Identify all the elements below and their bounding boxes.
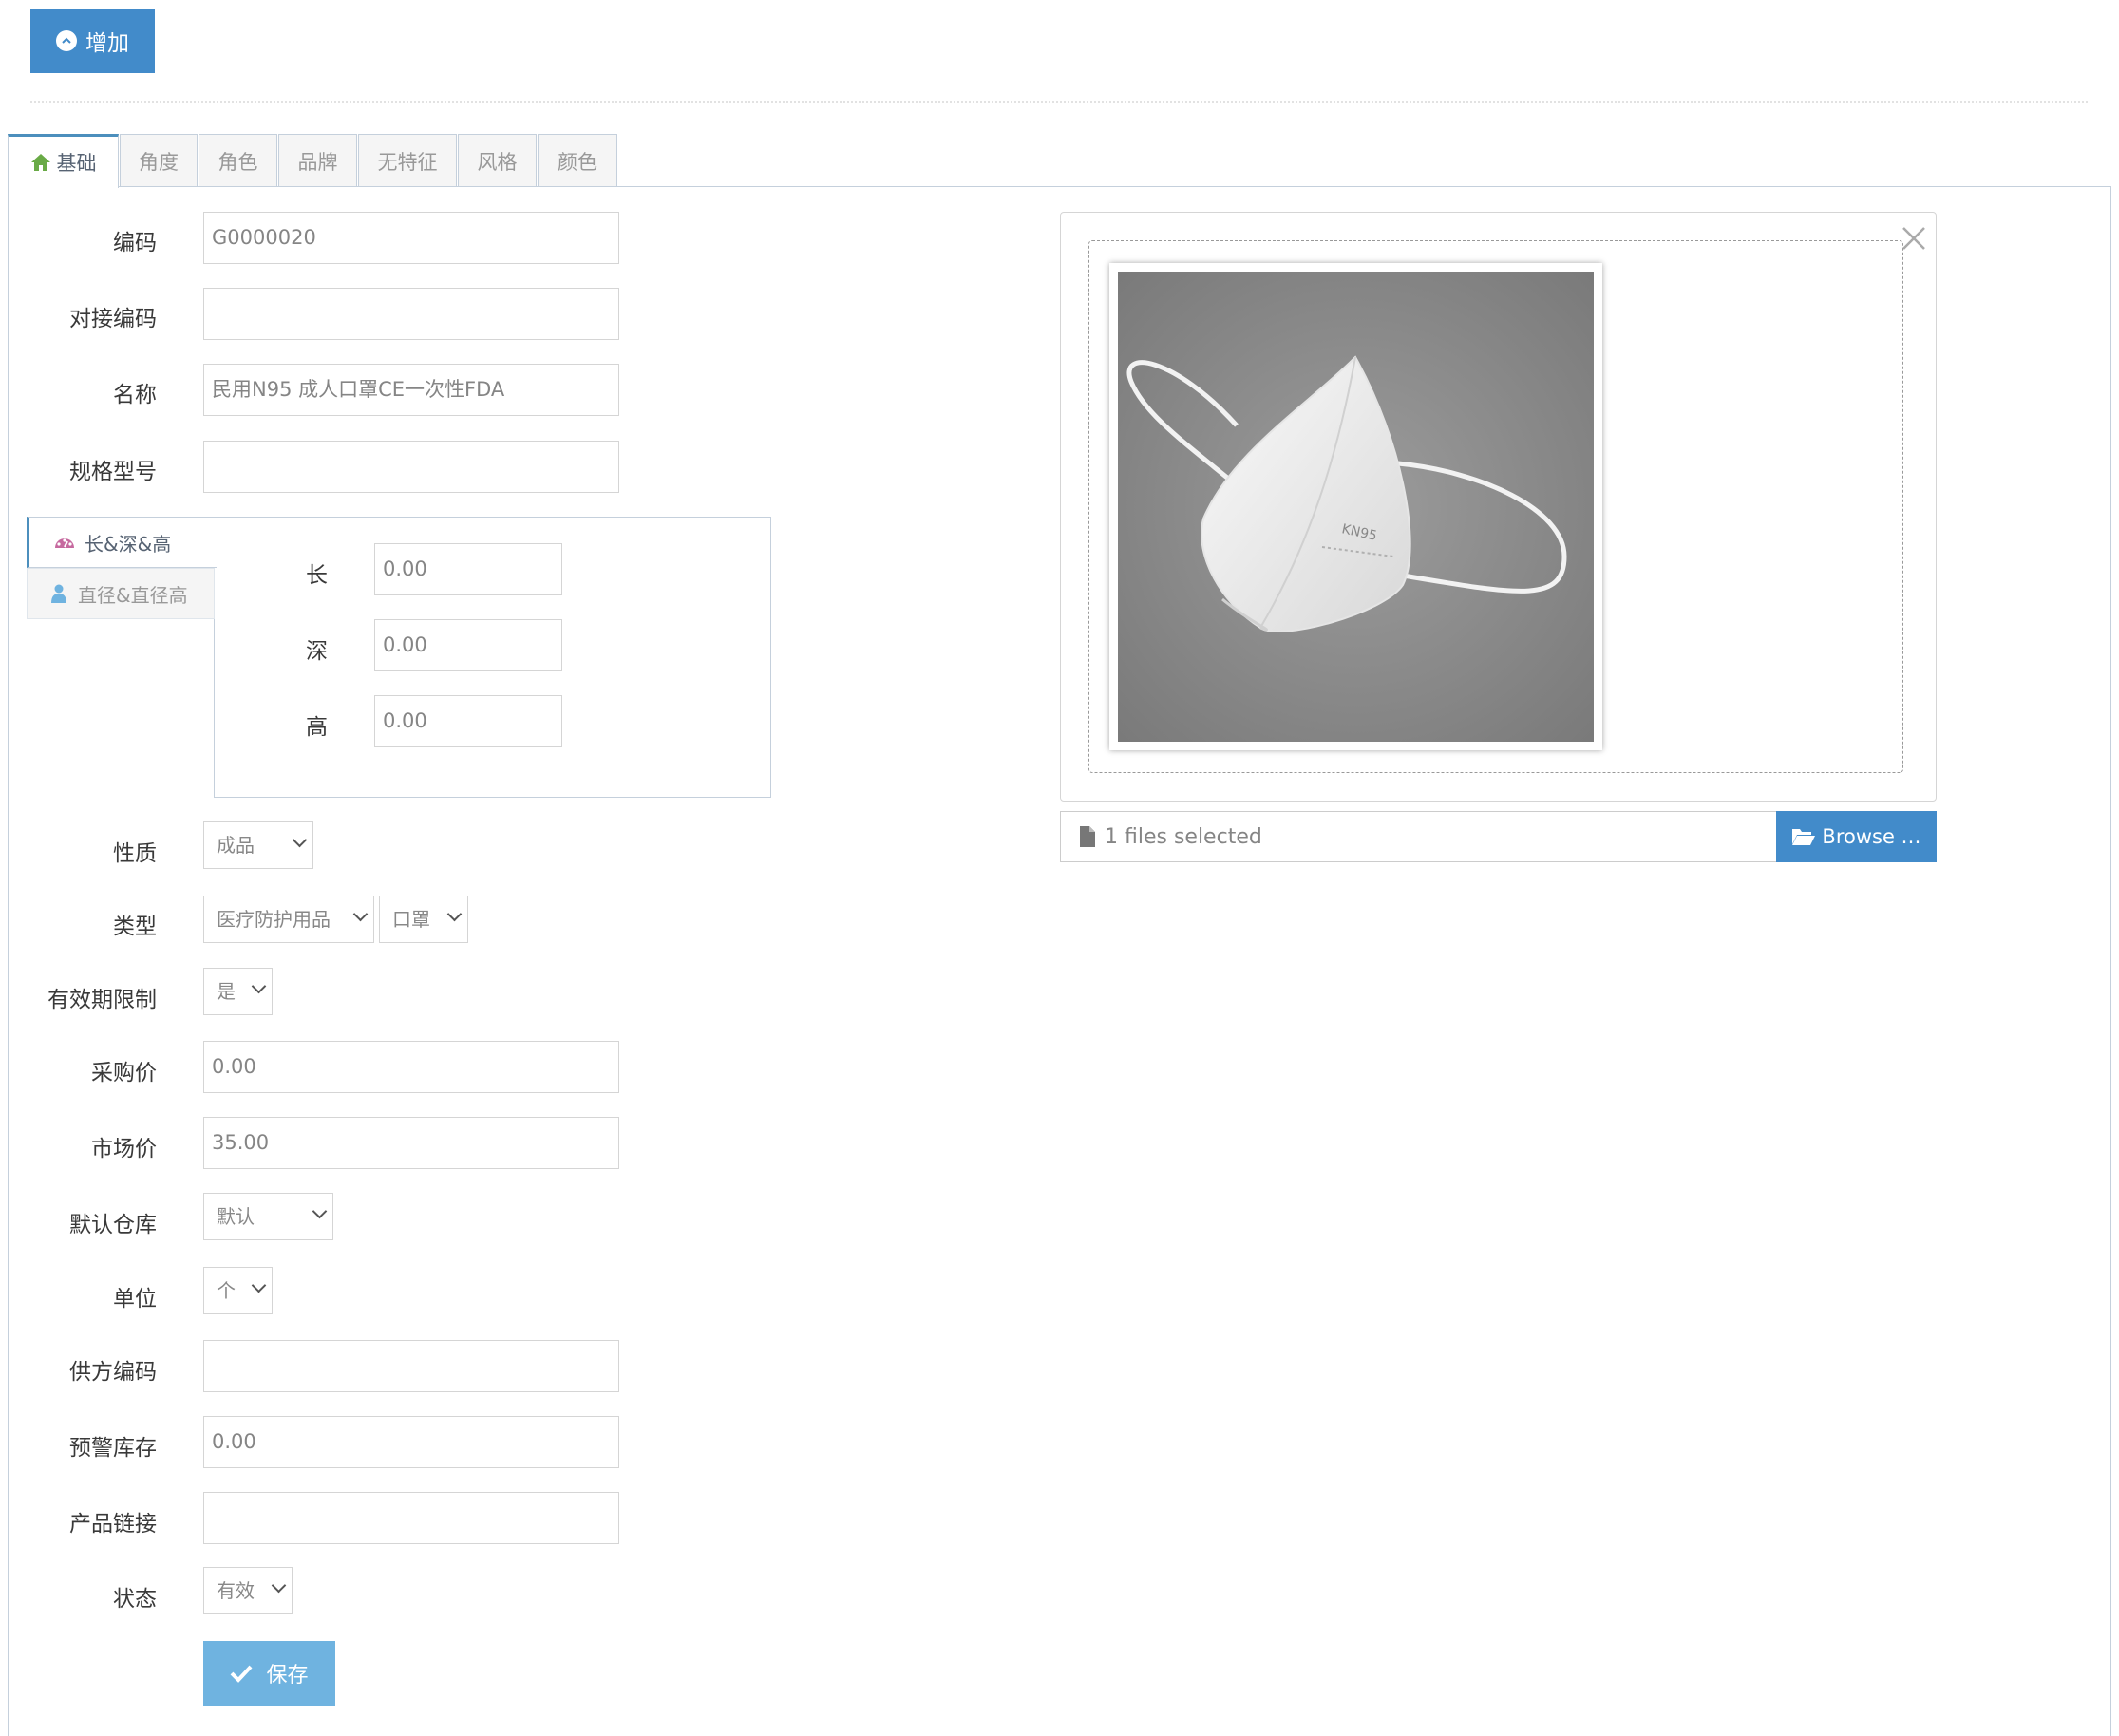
- tab-basic-label: 基础: [56, 152, 97, 175]
- depth-label: 深: [306, 639, 328, 664]
- tab-role[interactable]: 角色: [199, 134, 277, 187]
- type-subcategory-select[interactable]: 口罩: [379, 896, 468, 943]
- type-category-value: 医疗防护用品: [217, 908, 331, 931]
- expiry-select[interactable]: 是: [203, 968, 273, 1015]
- file-status-field[interactable]: 1 files selected: [1060, 811, 1777, 862]
- name-label: 名称: [113, 383, 157, 407]
- chevron-down-icon: [312, 1203, 328, 1219]
- warehouse-select[interactable]: 默认: [203, 1193, 333, 1240]
- image-thumbnail: KN95: [1109, 263, 1602, 750]
- unit-value: 个: [217, 1279, 236, 1302]
- tab-angle[interactable]: 角度: [120, 134, 198, 187]
- tab-no-feature[interactable]: 无特征: [358, 134, 457, 187]
- status-label: 状态: [113, 1587, 157, 1612]
- expiry-label: 有效期限制: [47, 988, 157, 1012]
- chevron-down-icon: [446, 906, 463, 922]
- tab-diameter-label: 直径&直径高: [78, 583, 188, 607]
- market-price-label: 市场价: [91, 1137, 157, 1161]
- close-icon[interactable]: [1900, 224, 1928, 253]
- dock-code-label: 对接编码: [69, 307, 157, 331]
- purchase-price-input[interactable]: 0.00: [203, 1041, 619, 1093]
- unit-label: 单位: [113, 1287, 157, 1311]
- market-price-input[interactable]: 35.00: [203, 1117, 619, 1169]
- save-button-label: 保存: [266, 1664, 309, 1688]
- tab-diameter[interactable]: 直径&直径高: [27, 568, 215, 619]
- browse-button[interactable]: Browse …: [1776, 811, 1937, 862]
- tab-angle-label: 角度: [139, 150, 179, 174]
- dock-code-input[interactable]: [203, 288, 619, 340]
- user-icon: [51, 584, 66, 603]
- divider: [30, 101, 2088, 103]
- supplier-code-label: 供方编码: [69, 1360, 157, 1385]
- code-input[interactable]: G0000020: [203, 212, 619, 264]
- chevron-down-icon: [292, 832, 308, 848]
- supplier-code-input[interactable]: [203, 1340, 619, 1392]
- purchase-price-label: 采购价: [91, 1061, 157, 1085]
- spec-input[interactable]: [203, 441, 619, 493]
- home-icon: [30, 154, 50, 171]
- nature-label: 性质: [113, 841, 157, 866]
- chevron-up-circle-icon: [56, 30, 77, 51]
- type-label: 类型: [113, 915, 157, 939]
- tab-role-label: 角色: [218, 150, 258, 174]
- alert-stock-input[interactable]: 0.00: [203, 1416, 619, 1468]
- depth-input[interactable]: 0.00: [374, 619, 562, 671]
- status-select[interactable]: 有效: [203, 1567, 293, 1614]
- spec-label: 规格型号: [69, 460, 157, 484]
- tab-brand[interactable]: 品牌: [278, 134, 357, 187]
- nature-value: 成品: [217, 834, 255, 857]
- file-status-text: 1 files selected: [1105, 824, 1262, 849]
- chevron-down-icon: [352, 906, 369, 922]
- folder-open-icon: [1792, 829, 1816, 845]
- type-subcategory-value: 口罩: [392, 908, 430, 931]
- tab-length-depth-height[interactable]: 长&深&高: [27, 517, 217, 568]
- tab-brand-label: 品牌: [297, 150, 338, 174]
- status-value: 有效: [217, 1579, 255, 1602]
- dashboard-icon: [55, 538, 74, 548]
- add-button[interactable]: 增加: [30, 9, 155, 73]
- expiry-value: 是: [217, 980, 236, 1003]
- mask-product-image: KN95: [1118, 272, 1594, 742]
- length-input[interactable]: 0.00: [374, 543, 562, 595]
- warehouse-value: 默认: [217, 1205, 255, 1228]
- length-label: 长: [306, 563, 328, 588]
- tab-no-feature-label: 无特征: [377, 150, 438, 174]
- name-input[interactable]: 民用N95 成人口罩CE一次性FDA: [203, 364, 619, 416]
- product-link-label: 产品链接: [69, 1512, 157, 1537]
- tab-length-depth-height-label: 长&深&高: [85, 532, 172, 556]
- tab-color-label: 颜色: [558, 150, 597, 174]
- warehouse-label: 默认仓库: [69, 1213, 157, 1237]
- browse-button-label: Browse …: [1822, 825, 1921, 848]
- file-icon: [1080, 826, 1095, 847]
- product-link-input[interactable]: [203, 1492, 619, 1544]
- height-label: 高: [306, 715, 328, 740]
- height-input[interactable]: 0.00: [374, 695, 562, 747]
- tab-style[interactable]: 风格: [458, 134, 537, 187]
- nature-select[interactable]: 成品: [203, 821, 313, 869]
- tab-color[interactable]: 颜色: [538, 134, 617, 187]
- chevron-down-icon: [251, 1277, 267, 1293]
- chevron-down-icon: [271, 1577, 287, 1594]
- tab-bar: 基础 角度 角色 品牌 无特征 风格 颜色: [8, 134, 618, 188]
- code-label: 编码: [113, 231, 157, 255]
- chevron-down-icon: [251, 978, 267, 994]
- check-icon: [231, 1665, 253, 1683]
- add-button-label: 增加: [85, 31, 129, 56]
- type-category-select[interactable]: 医疗防护用品: [203, 896, 374, 943]
- tab-basic[interactable]: 基础: [8, 134, 119, 188]
- alert-stock-label: 预警库存: [69, 1436, 157, 1461]
- unit-select[interactable]: 个: [203, 1267, 273, 1314]
- save-button[interactable]: 保存: [203, 1641, 335, 1706]
- tab-style-label: 风格: [477, 150, 518, 174]
